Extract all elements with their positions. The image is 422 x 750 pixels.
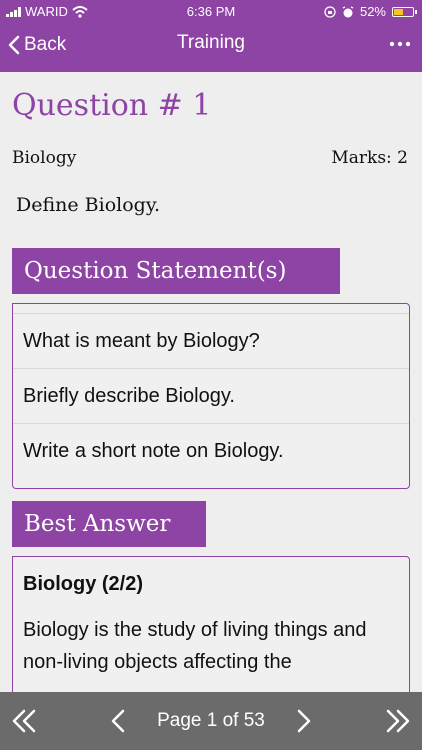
nav-title: Training (177, 32, 245, 53)
statements-box: What is meant by Biology? Briefly descri… (12, 303, 410, 489)
marks-label: Marks: 2 (331, 148, 408, 168)
answer-text: Biology is the study of living things an… (23, 619, 367, 673)
last-page-button[interactable] (378, 692, 418, 750)
battery-percent: 52% (359, 4, 386, 19)
answer-title: Biology (2/2) (23, 573, 144, 595)
more-options-button[interactable] (388, 34, 412, 60)
rotation-lock-icon (324, 5, 336, 18)
question-text: Define Biology. (16, 194, 161, 216)
double-chevron-right-icon (386, 709, 410, 733)
battery-icon (392, 6, 417, 17)
pager-bar: Page 1 of 53 (0, 692, 422, 750)
question-title: Question # 1 (12, 88, 212, 123)
best-answer-header: Best Answer (12, 501, 206, 547)
status-right: 52% (324, 4, 417, 19)
chevron-right-icon (297, 709, 311, 733)
best-answer-box: Biology (2/2) Biology is the study of li… (12, 556, 410, 692)
statement-item[interactable]: Write a short note on Biology. (13, 423, 409, 478)
nav-bar: Back Training (0, 24, 422, 72)
page-indicator: Page 1 of 53 (157, 710, 265, 731)
statements-header: Question Statement(s) (12, 248, 340, 294)
statement-item[interactable]: What is meant by Biology? (13, 313, 409, 368)
alarm-icon (342, 5, 354, 17)
next-page-button[interactable] (286, 692, 322, 750)
question-content[interactable]: Question # 1 Biology Marks: 2 Define Bio… (0, 72, 422, 692)
statement-item[interactable]: Briefly describe Biology. (13, 368, 409, 423)
ellipsis-icon (389, 41, 411, 47)
status-bar: WARID 6:36 PM 52% (0, 0, 422, 24)
statements-spacer (13, 304, 409, 313)
battery-fill (394, 8, 404, 15)
subject-label: Biology (12, 148, 77, 168)
